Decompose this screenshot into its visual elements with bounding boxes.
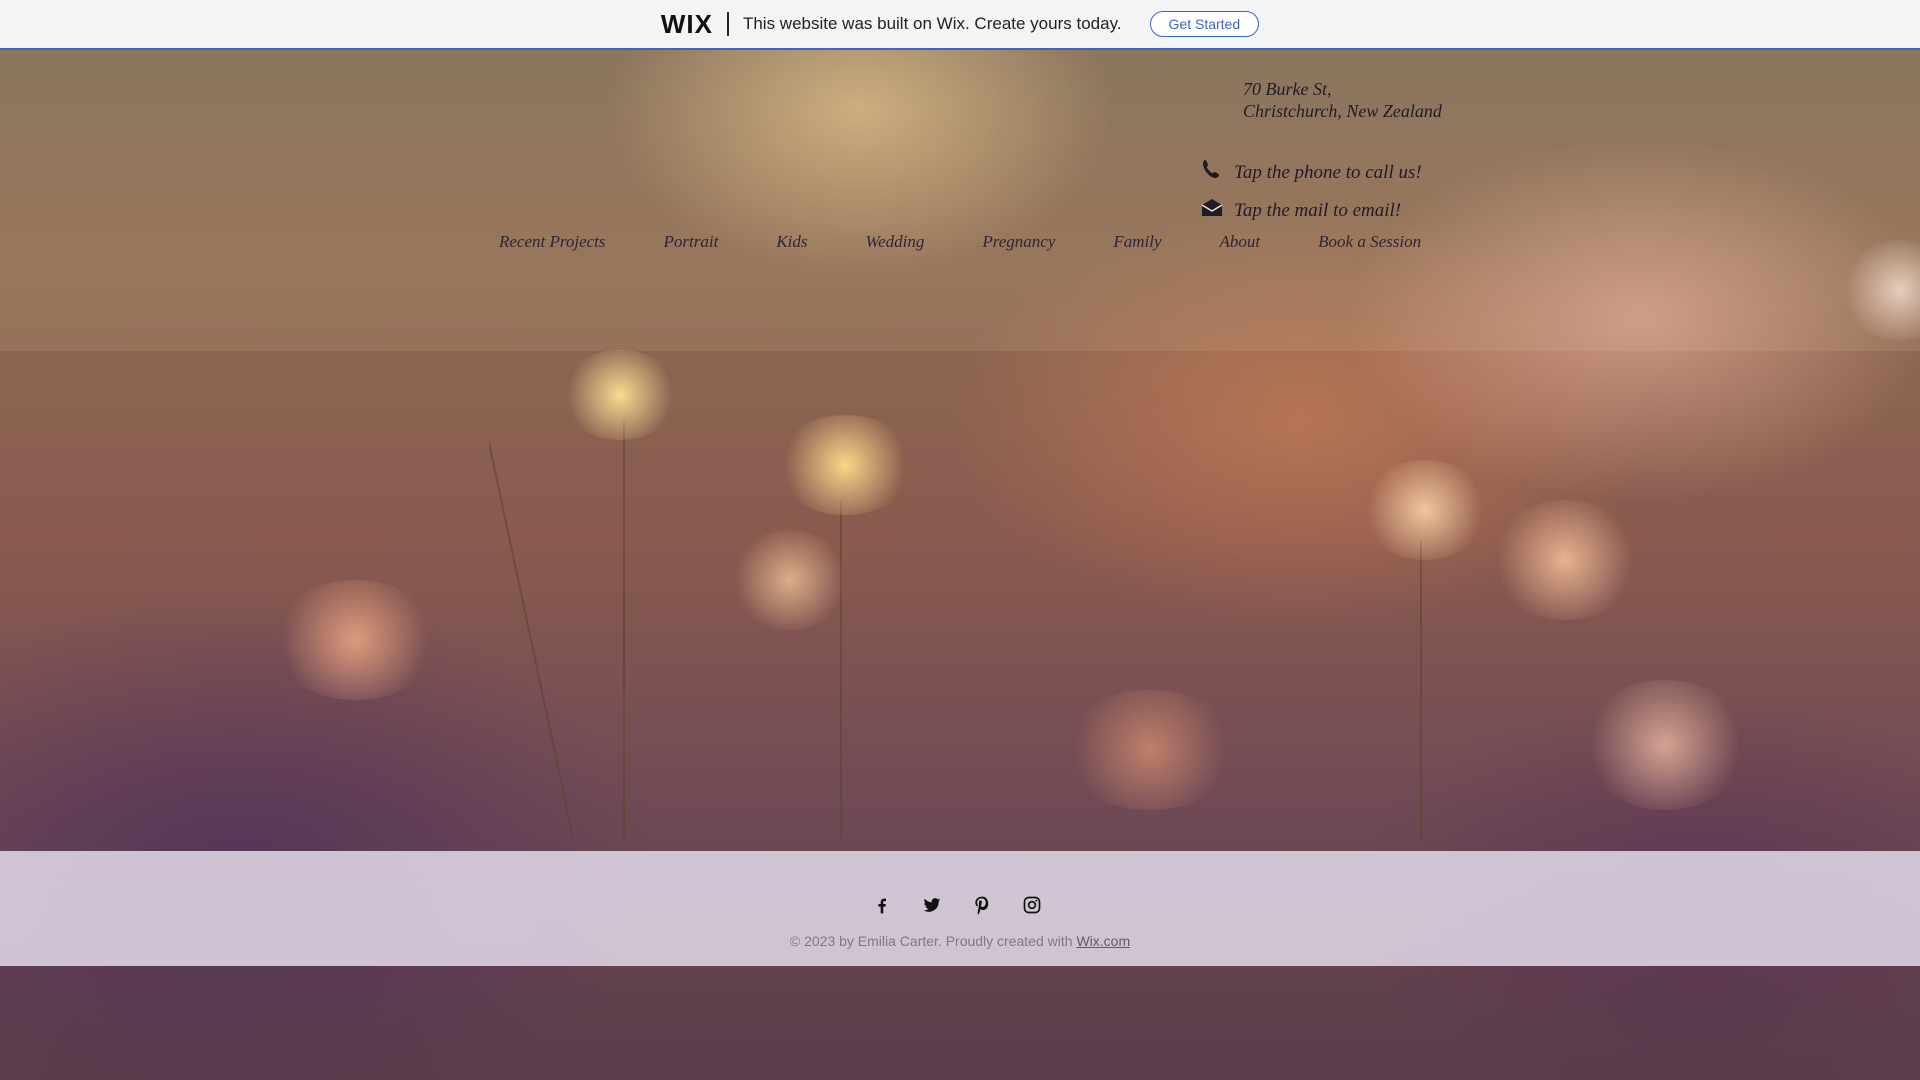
dandelion-blossom	[270, 580, 440, 700]
phone-link[interactable]: Tap the phone to call us!	[1200, 158, 1422, 188]
mail-icon[interactable]	[1200, 196, 1224, 226]
banner-message: This website was built on Wix. Create yo…	[742, 14, 1122, 33]
address: 70 Burke St, Christchurch, New Zealand	[1243, 78, 1442, 122]
flower-stem	[623, 420, 625, 840]
flower-stem	[488, 444, 574, 836]
site-footer: © 2023 by Emilia Carter. Proudly created…	[0, 851, 1920, 966]
dandelion-blossom	[1490, 500, 1640, 620]
wix-banner: WIX This website was built on Wix. Creat…	[0, 0, 1920, 50]
flower-stem	[840, 500, 842, 840]
address-line-2: Christchurch, New Zealand	[1243, 101, 1442, 121]
facebook-icon[interactable]	[872, 895, 892, 915]
banner-divider	[726, 12, 729, 36]
dandelion-blossom	[730, 530, 850, 630]
nav-item-about[interactable]: About	[1191, 232, 1290, 252]
nav-item-book-a-session[interactable]: Book a Session	[1289, 232, 1450, 252]
nav-item-family[interactable]: Family	[1084, 232, 1190, 252]
flower-stem	[1420, 540, 1422, 840]
copyright-text: © 2023 by Emilia Carter. Proudly created…	[789, 933, 1077, 949]
site-header: 70 Burke St, Christchurch, New Zealand T…	[0, 50, 1920, 351]
phone-text[interactable]: Tap the phone to call us!	[1234, 162, 1422, 184]
wix-link[interactable]: Wix.com	[1076, 933, 1130, 949]
wix-logo[interactable]: WIX	[661, 9, 713, 40]
twitter-icon[interactable]	[922, 895, 942, 915]
address-line-1: 70 Burke St,	[1243, 79, 1332, 99]
instagram-icon[interactable]	[1022, 895, 1042, 915]
nav-item-wedding[interactable]: Wedding	[837, 232, 954, 252]
social-bar	[872, 895, 1042, 915]
dandelion-blossom	[1580, 680, 1750, 810]
mail-text[interactable]: Tap the mail to email!	[1234, 200, 1401, 222]
get-started-button[interactable]: Get Started	[1149, 11, 1260, 37]
dandelion-blossom	[1360, 460, 1490, 560]
main-nav: Recent Projects Portrait Kids Wedding Pr…	[470, 232, 1450, 252]
dandelion-blossom	[1060, 690, 1240, 810]
copyright: © 2023 by Emilia Carter. Proudly created…	[0, 933, 1920, 949]
phone-icon[interactable]	[1200, 158, 1224, 188]
nav-item-kids[interactable]: Kids	[747, 232, 836, 252]
pinterest-icon[interactable]	[972, 895, 992, 915]
mail-link[interactable]: Tap the mail to email!	[1200, 196, 1401, 226]
nav-item-portrait[interactable]: Portrait	[635, 232, 748, 252]
dandelion-blossom	[775, 415, 915, 515]
nav-item-pregnancy[interactable]: Pregnancy	[953, 232, 1084, 252]
dandelion-blossom	[560, 350, 680, 440]
nav-item-recent-projects[interactable]: Recent Projects	[470, 232, 635, 252]
